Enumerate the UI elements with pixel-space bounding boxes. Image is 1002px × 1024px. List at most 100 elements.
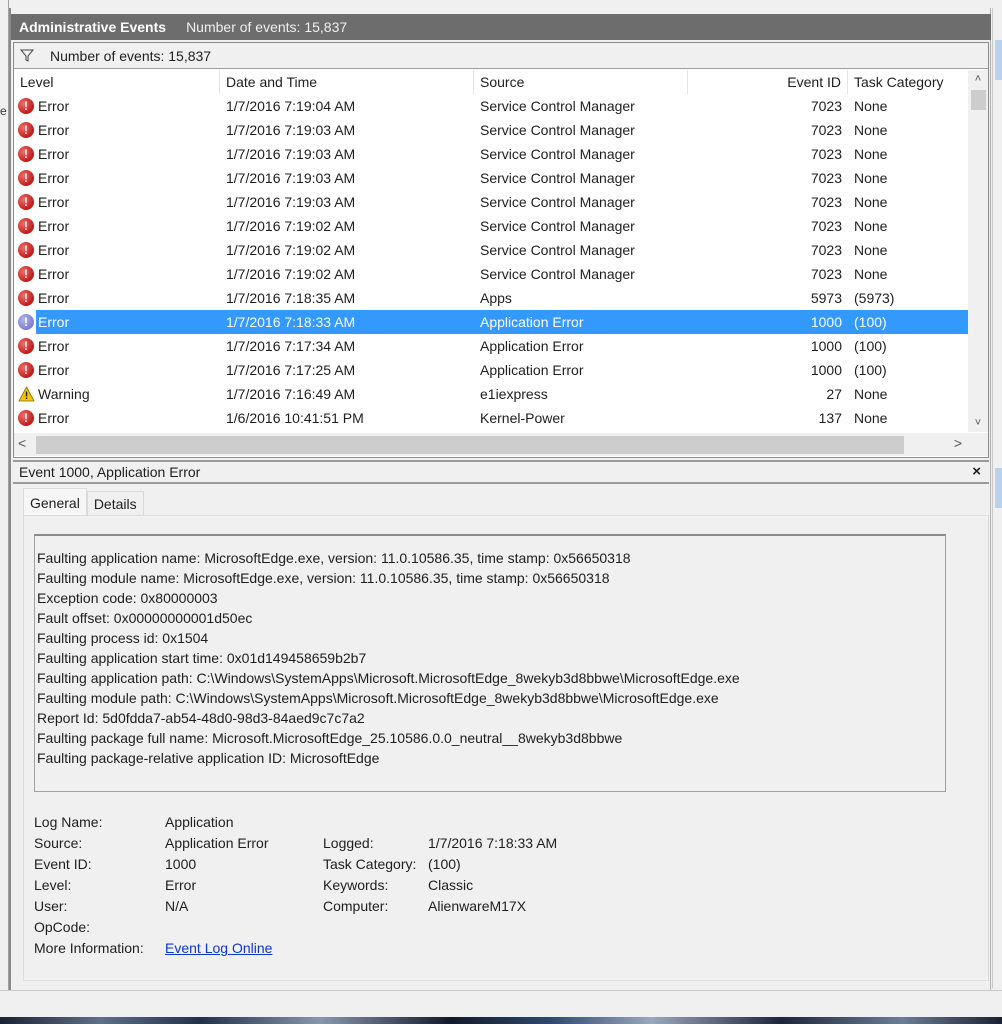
level-text: Error	[38, 146, 70, 162]
description-line: Faulting process id: 0x1504	[37, 630, 209, 646]
left-pane-edge: e	[0, 0, 9, 990]
event-id-cell: 7023	[810, 98, 842, 114]
date-cell: 1/7/2016 7:19:03 AM	[226, 194, 356, 210]
level-label: Level:	[34, 877, 72, 893]
table-row[interactable]: ! Error 1/7/2016 7:19:03 AM Service Control…	[14, 190, 968, 214]
grid-header: Level Date and Time Source Event ID Task…	[14, 70, 968, 94]
tab-details[interactable]: Details	[86, 491, 144, 515]
source-label: Source:	[34, 835, 83, 851]
vertical-scrollbar[interactable]: ˄ ˅	[968, 70, 988, 432]
table-row[interactable]: ! Error 1/7/2016 7:17:34 AM Application Err…	[14, 334, 968, 358]
table-row[interactable]: ! Error 1/7/2016 7:19:02 AM Service Control…	[14, 238, 968, 262]
task-category-value: (100)	[428, 856, 461, 872]
scroll-down-icon[interactable]: ˅	[968, 414, 988, 432]
right-pane-edge	[992, 8, 1002, 988]
error-icon: !	[18, 122, 34, 138]
task-category-cell: None	[854, 242, 888, 258]
event-id-cell: 7023	[810, 218, 842, 234]
table-row[interactable]: ! Error 1/7/2016 7:19:03 AM Service Control…	[14, 142, 968, 166]
task-category-label: Task Category:	[323, 856, 417, 872]
event-properties: Log Name: Application Source: Applicatio…	[34, 812, 634, 959]
prop-row-level: Level: Error Keywords: Classic	[34, 875, 634, 896]
column-header-date[interactable]: Date and Time	[220, 70, 474, 94]
table-row[interactable]: Warning 1/7/2016 7:16:49 AM e1iexpress 27 No…	[14, 382, 968, 406]
source-cell: Service Control Manager	[480, 266, 635, 282]
error-icon: !	[18, 146, 34, 162]
level-text: Error	[38, 410, 70, 426]
event-viewer-pane: Administrative Events Number of events: …	[9, 8, 991, 990]
level-text: Warning	[38, 386, 90, 402]
error-icon: !	[18, 410, 34, 426]
event-grid: Level Date and Time Source Event ID Task…	[14, 70, 968, 432]
task-category-cell: None	[854, 170, 888, 186]
scroll-up-icon[interactable]: ˄	[968, 70, 988, 88]
description-line: Faulting package-relative application ID…	[37, 750, 380, 766]
table-row[interactable]: ! Error 1/6/2016 10:41:51 PM Kernel-Power 13…	[14, 406, 968, 430]
date-cell: 1/7/2016 7:19:03 AM	[226, 170, 356, 186]
close-icon[interactable]: ×	[972, 463, 981, 480]
source-cell: Service Control Manager	[480, 146, 635, 162]
level-cell: ! Error	[14, 286, 220, 310]
task-category-cell: None	[854, 194, 888, 210]
filter-count: Number of events: 15,837	[50, 47, 212, 64]
level-text: Error	[38, 218, 70, 234]
level-value: Error	[165, 877, 197, 893]
table-row[interactable]: ! Error 1/7/2016 7:18:33 AM Application Err…	[14, 310, 968, 334]
warning-icon	[18, 386, 35, 402]
error-icon: !	[18, 362, 34, 378]
date-cell: 1/7/2016 7:19:03 AM	[226, 146, 356, 162]
description-line: Faulting application start time: 0x01d14…	[37, 650, 367, 666]
table-row[interactable]: ! Error 1/7/2016 7:18:35 AM Apps 5973 (5973)	[14, 286, 968, 310]
horizontal-scrollbar[interactable]: < >	[14, 432, 988, 456]
prop-row-user: User: N/A Computer: AlienwareM17X	[34, 896, 634, 917]
right-pane-highlight	[995, 468, 1002, 508]
scroll-right-icon[interactable]: >	[954, 435, 962, 451]
event-id-cell: 1000	[688, 310, 848, 334]
table-row[interactable]: ! Error 1/7/2016 7:19:03 AM Service Control…	[14, 118, 968, 142]
description-line: Exception code: 0x80000003	[37, 590, 218, 606]
source-cell: Application Error	[474, 310, 688, 334]
event-id-cell: 137	[818, 410, 842, 426]
column-header-event-id[interactable]: Event ID	[688, 70, 848, 94]
user-value: N/A	[165, 898, 189, 914]
computer-label: Computer:	[323, 898, 389, 914]
view-title-bar: Administrative Events Number of events: …	[11, 14, 991, 40]
column-header-task-category[interactable]: Task Category	[848, 70, 968, 94]
column-header-source[interactable]: Source	[474, 70, 688, 94]
task-category-cell: None	[854, 146, 888, 162]
table-row[interactable]: ! Error 1/7/2016 7:19:03 AM Service Control…	[14, 166, 968, 190]
level-cell: ! Error	[14, 310, 220, 334]
column-header-level[interactable]: Level	[14, 70, 220, 94]
error-icon: !	[18, 314, 34, 330]
opcode-label: OpCode:	[34, 919, 91, 935]
event-id-cell: 1000	[810, 362, 842, 378]
table-row[interactable]: ! Error 1/7/2016 7:19:04 AM Service Control…	[14, 94, 968, 118]
table-row[interactable]: ! Error 1/7/2016 7:19:02 AM Service Control…	[14, 214, 968, 238]
horizontal-scroll-thumb[interactable]	[36, 436, 904, 454]
level-cell: ! Error	[14, 142, 220, 166]
date-cell: 1/7/2016 7:18:35 AM	[226, 290, 356, 306]
vertical-scroll-thumb[interactable]	[971, 90, 986, 110]
level-cell: ! Error	[14, 118, 220, 142]
description-line: Faulting module path: C:\Windows\SystemA…	[37, 690, 719, 706]
left-pane-fragment: e	[0, 104, 7, 118]
scroll-left-icon[interactable]: <	[18, 435, 26, 451]
level-text: Error	[38, 338, 70, 354]
prop-row-more-info: More Information: Event Log Online	[34, 938, 634, 959]
table-row[interactable]: ! Error 1/7/2016 7:17:25 AM Application Err…	[14, 358, 968, 382]
table-row[interactable]: ! Error 1/7/2016 7:19:02 AM Service Control…	[14, 262, 968, 286]
level-cell: ! Error	[14, 190, 220, 214]
date-cell: 1/7/2016 7:18:33 AM	[220, 310, 474, 334]
source-cell: Application Error	[480, 362, 584, 378]
event-description[interactable]: Faulting application name: MicrosoftEdge…	[34, 534, 946, 792]
event-id-cell: 7023	[810, 194, 842, 210]
event-list: Number of events: 15,837 Level Date and …	[13, 42, 989, 458]
event-log-online-link[interactable]: Event Log Online	[165, 938, 272, 959]
error-icon: !	[18, 98, 34, 114]
date-cell: 1/7/2016 7:19:04 AM	[226, 98, 356, 114]
level-text: Error	[38, 242, 70, 258]
task-category-cell: None	[854, 386, 888, 402]
right-pane-highlight	[995, 40, 1002, 80]
tab-general[interactable]: General	[23, 488, 87, 516]
description-line: Faulting package full name: Microsoft.Mi…	[37, 730, 623, 746]
